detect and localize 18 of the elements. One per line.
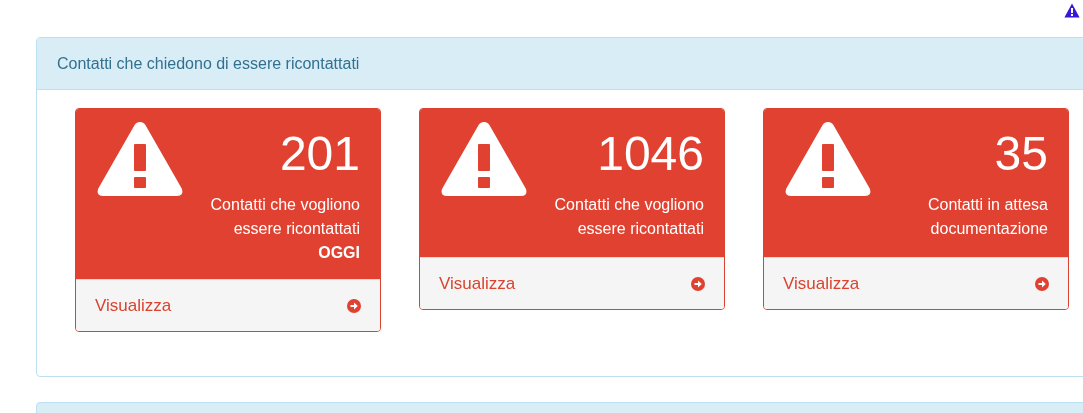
view-link[interactable]: Visualizza: [764, 257, 1068, 309]
warning-icon: [95, 119, 185, 199]
panel-title: Contatti che chiedono di essere ricontattati: [57, 54, 360, 73]
card-highlight: OGGI: [318, 243, 360, 263]
arrow-circle-icon: [1035, 276, 1049, 291]
view-link[interactable]: Visualizza: [76, 279, 380, 331]
warning-icon: [1064, 3, 1080, 18]
count: 35: [994, 126, 1048, 182]
card-label: Contatti che vogliono essere ricontattati: [553, 195, 704, 239]
count: 201: [279, 126, 360, 182]
warning-icon: [439, 119, 529, 199]
card-label: Contatti in attesa documentazione: [926, 195, 1048, 239]
arrow-circle-icon: [347, 298, 361, 313]
card-label: Contatti che vogliono essere ricontattati: [209, 195, 360, 239]
count: 1046: [597, 126, 704, 182]
warning-icon: [783, 119, 873, 199]
view-link[interactable]: Visualizza: [420, 257, 724, 309]
arrow-circle-icon: [691, 276, 705, 291]
